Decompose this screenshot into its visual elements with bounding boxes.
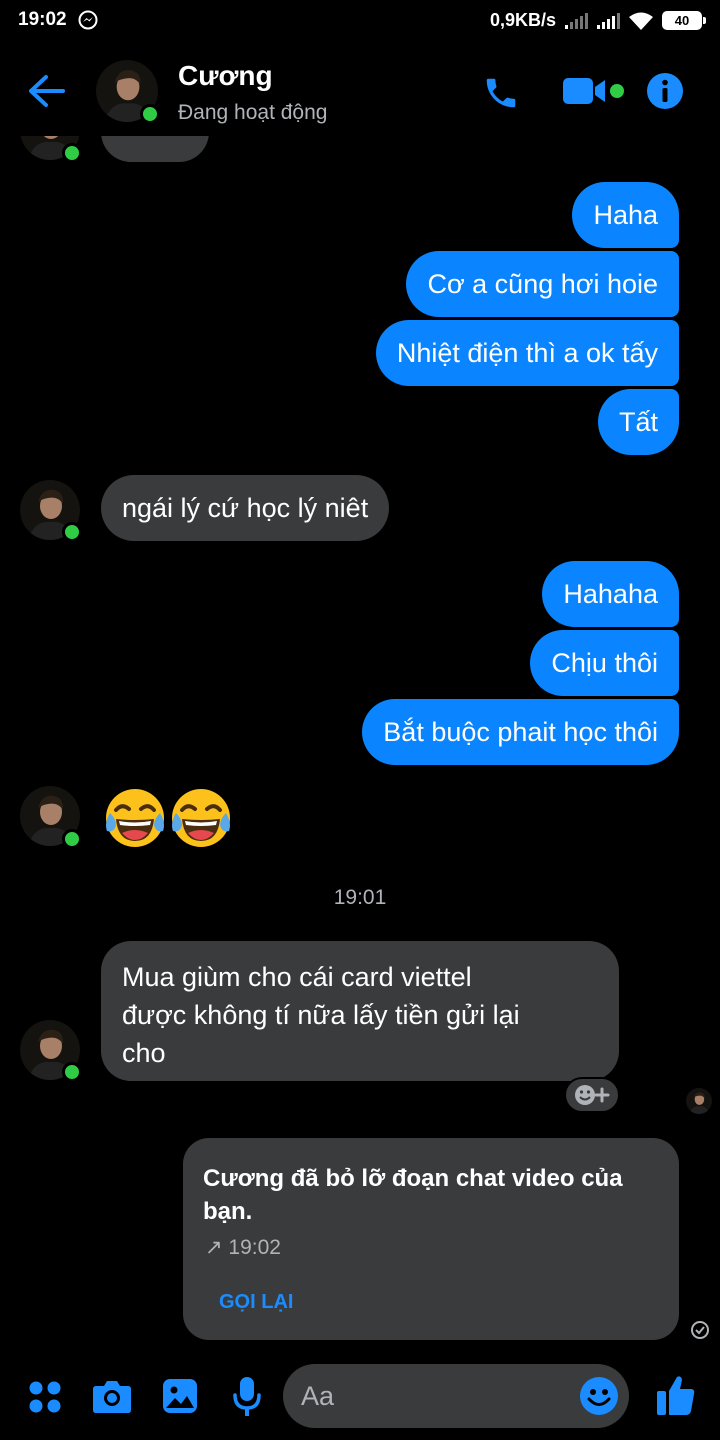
info-icon[interactable] bbox=[646, 72, 684, 110]
sent-check-icon bbox=[691, 1321, 709, 1339]
back-arrow-icon[interactable] bbox=[26, 74, 66, 108]
message-bubble-sent[interactable]: Tất bbox=[597, 389, 679, 455]
tears-of-joy-emoji-icon[interactable] bbox=[102, 785, 168, 851]
call-back-button[interactable]: GỌI LẠI bbox=[219, 1291, 293, 1314]
video-camera-icon[interactable] bbox=[562, 76, 608, 106]
message-composer bbox=[0, 1360, 720, 1440]
status-time: 19:02 bbox=[18, 9, 67, 30]
online-indicator bbox=[62, 522, 82, 542]
contact-name[interactable]: Cương bbox=[178, 60, 273, 92]
message-input[interactable] bbox=[301, 1376, 561, 1416]
missed-video-call-card[interactable]: Cương đã bỏ lỡ đoạn chat video của bạn. … bbox=[183, 1138, 679, 1340]
message-bubble-received[interactable]: ngái lý cứ học lý niêt bbox=[101, 475, 390, 541]
video-online-indicator bbox=[610, 84, 624, 98]
thumbs-up-icon[interactable] bbox=[656, 1374, 696, 1416]
message-bubble-sent[interactable]: Cơ a cũng hơi hoie bbox=[406, 251, 679, 317]
missed-call-title: Cương đã bỏ lỡ đoạn chat video của bạn. bbox=[203, 1165, 623, 1225]
missed-call-time: ↗ 19:02 bbox=[205, 1236, 281, 1259]
online-indicator bbox=[62, 829, 82, 849]
apps-grid-icon[interactable] bbox=[28, 1380, 62, 1414]
signal-icon bbox=[565, 13, 588, 29]
message-line: Mua giùm cho cái card viettel bbox=[122, 962, 472, 992]
message-line: được không tí nữa lấy tiền gửi lại bbox=[122, 1000, 520, 1030]
chat-timestamp: 19:01 bbox=[333, 886, 387, 909]
microphone-icon[interactable] bbox=[232, 1376, 262, 1418]
messenger-notification-icon bbox=[78, 10, 98, 30]
message-bubble-received[interactable]: Mua giùm cho cái card viettel được không… bbox=[101, 941, 619, 1081]
network-speed: 0,9KB/s bbox=[490, 10, 557, 30]
wifi-icon bbox=[629, 12, 653, 30]
camera-icon[interactable] bbox=[92, 1378, 132, 1414]
signal-icon bbox=[597, 13, 620, 29]
message-line: cho bbox=[122, 1038, 166, 1068]
smiley-icon[interactable] bbox=[579, 1376, 619, 1416]
phone-icon[interactable] bbox=[482, 74, 520, 112]
battery-icon: 40 bbox=[662, 11, 706, 30]
online-indicator bbox=[62, 1062, 82, 1082]
message-bubble-sent[interactable]: Chịu thôi bbox=[530, 630, 679, 696]
add-reaction-button[interactable] bbox=[564, 1077, 620, 1113]
message-bubble-sent[interactable]: Haha bbox=[572, 182, 679, 248]
chat-header: Cương Đang hoạt động bbox=[0, 44, 720, 136]
add-reaction-icon bbox=[575, 1085, 610, 1105]
status-bar: 19:02 0,9KB/s 40 bbox=[0, 0, 720, 44]
message-input-container[interactable] bbox=[283, 1364, 629, 1428]
online-indicator bbox=[140, 104, 160, 124]
message-bubble-sent[interactable]: Hahaha bbox=[542, 561, 679, 627]
contact-status: Đang hoạt động bbox=[178, 101, 328, 124]
online-indicator bbox=[62, 143, 82, 163]
message-bubble-sent[interactable]: Nhiệt điện thì a ok tấy bbox=[375, 320, 679, 386]
message-bubble-sent[interactable]: Bắt buộc phait học thôi bbox=[362, 699, 679, 765]
gallery-icon[interactable] bbox=[162, 1378, 198, 1414]
seen-avatar bbox=[686, 1088, 712, 1114]
tears-of-joy-emoji-icon[interactable] bbox=[168, 785, 234, 851]
